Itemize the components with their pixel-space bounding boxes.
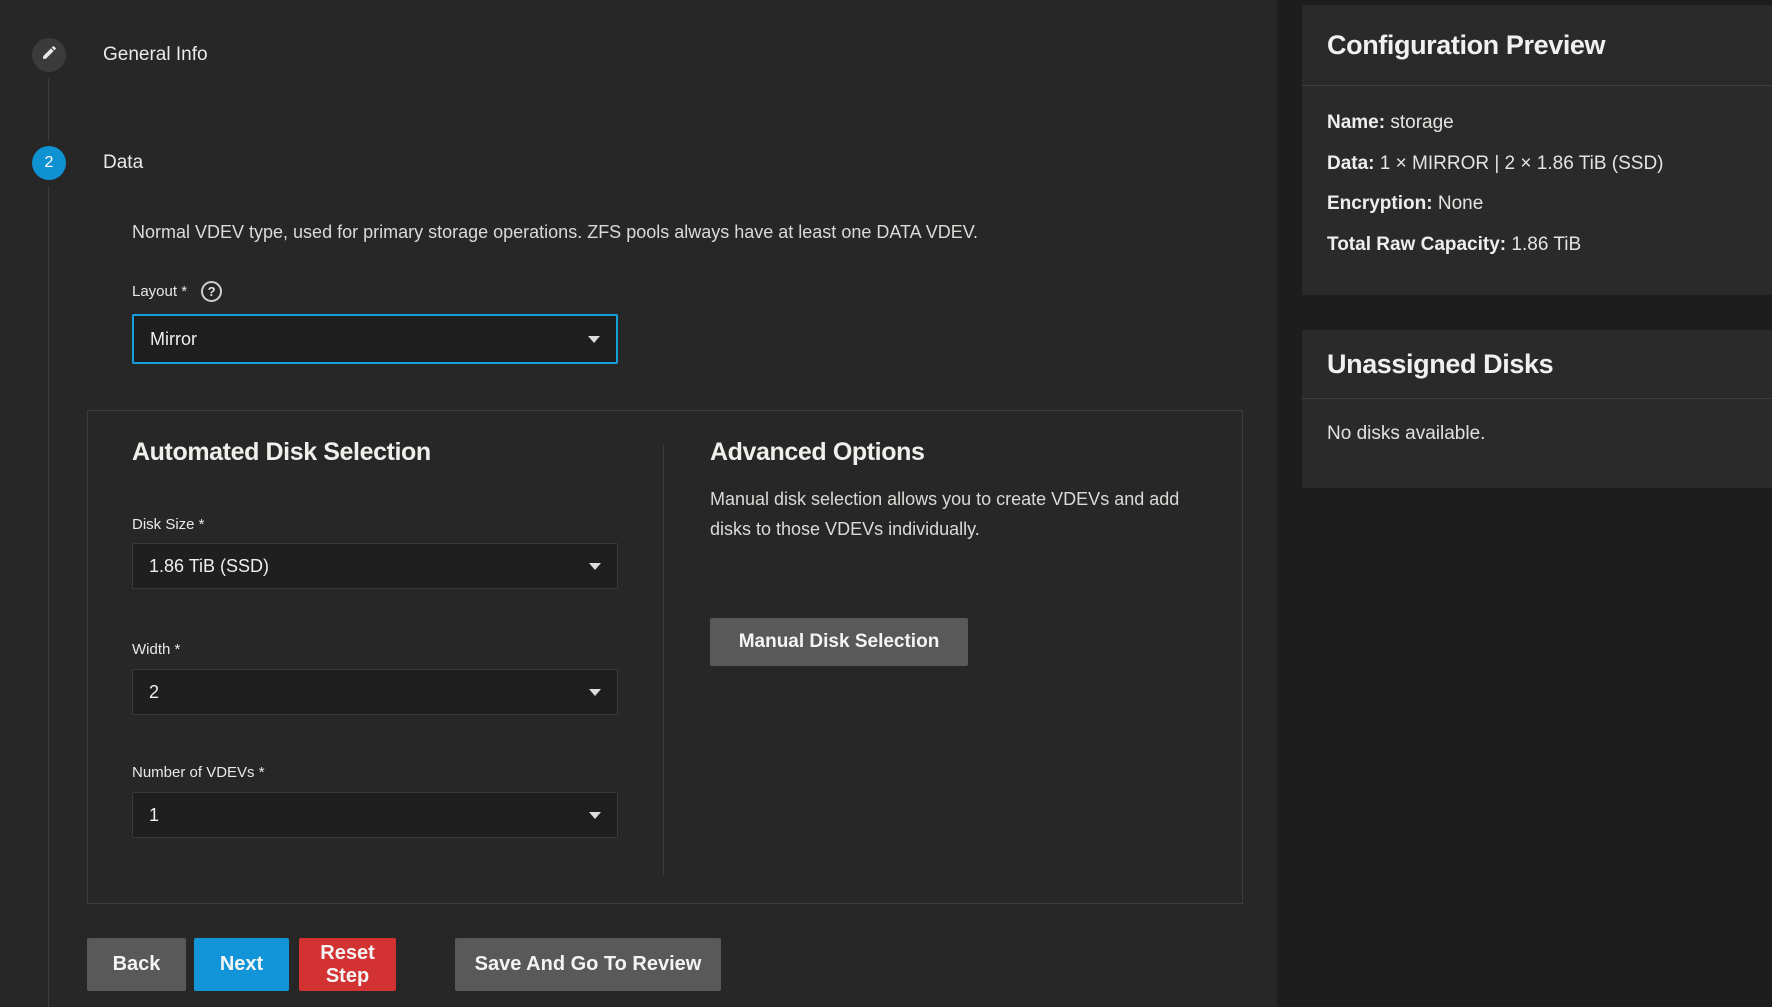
back-button[interactable]: Back — [87, 938, 186, 991]
number-of-vdevs-label: Number of VDEVs * — [132, 764, 265, 781]
chevron-down-icon — [589, 812, 601, 819]
pool-creation-wizard: General Info 2 Data Normal VDEV type, us… — [0, 0, 1772, 1007]
chevron-down-icon — [589, 563, 601, 570]
help-icon[interactable]: ? — [201, 281, 222, 302]
preview-row-name: Name: storage — [1327, 103, 1747, 144]
chevron-down-icon — [589, 689, 601, 696]
wizard-main: General Info 2 Data Normal VDEV type, us… — [0, 0, 1277, 1007]
automated-disk-selection-title: Automated Disk Selection — [132, 438, 431, 467]
unassigned-disks-card: Unassigned Disks No disks available. — [1302, 330, 1772, 488]
step-number: 2 — [45, 154, 54, 172]
manual-disk-selection-button[interactable]: Manual Disk Selection — [710, 618, 968, 666]
stepper-connector — [48, 186, 49, 1007]
advanced-options-description: Manual disk selection allows you to crea… — [710, 484, 1195, 544]
unassigned-disks-title: Unassigned Disks — [1302, 330, 1772, 399]
stepper-connector — [48, 78, 49, 140]
layout-select[interactable]: Mirror — [132, 314, 618, 364]
disk-size-select[interactable]: 1.86 TiB (SSD) — [132, 543, 618, 589]
reset-step-button[interactable]: Reset Step — [299, 938, 396, 991]
preview-encryption-label: Encryption: — [1327, 193, 1433, 214]
configuration-preview-title: Configuration Preview — [1302, 5, 1772, 86]
preview-encryption-value: None — [1433, 193, 1484, 214]
panel-column-divider — [663, 445, 664, 875]
preview-row-data: Data: 1 × MIRROR | 2 × 1.86 TiB (SSD) — [1327, 144, 1747, 185]
number-of-vdevs-select[interactable]: 1 — [132, 792, 618, 838]
step-general-info-icon[interactable] — [32, 38, 66, 72]
next-button[interactable]: Next — [194, 938, 289, 991]
layout-select-value: Mirror — [150, 329, 197, 350]
configuration-preview-card: Configuration Preview Name: storage Data… — [1302, 5, 1772, 295]
preview-row-encryption: Encryption: None — [1327, 184, 1747, 225]
width-select[interactable]: 2 — [132, 669, 618, 715]
preview-row-capacity: Total Raw Capacity: 1.86 TiB — [1327, 225, 1747, 266]
step-data-icon[interactable]: 2 — [32, 146, 66, 180]
preview-capacity-value: 1.86 TiB — [1506, 234, 1581, 255]
save-and-go-to-review-button[interactable]: Save And Go To Review — [455, 938, 721, 991]
pencil-icon — [41, 44, 58, 66]
preview-name-value: storage — [1385, 112, 1454, 133]
advanced-options-title: Advanced Options — [710, 438, 924, 467]
chevron-down-icon — [588, 336, 600, 343]
preview-data-value: 1 × MIRROR | 2 × 1.86 TiB (SSD) — [1375, 153, 1664, 174]
preview-name-label: Name: — [1327, 112, 1385, 133]
disk-size-label: Disk Size * — [132, 516, 205, 533]
step-data-label[interactable]: Data — [103, 152, 143, 174]
disk-size-value: 1.86 TiB (SSD) — [149, 556, 269, 577]
wizard-sidebar: Configuration Preview Name: storage Data… — [1277, 0, 1772, 1007]
width-label: Width * — [132, 641, 180, 658]
step-general-info-label[interactable]: General Info — [103, 44, 208, 66]
preview-data-label: Data: — [1327, 153, 1375, 174]
unassigned-disks-empty-text: No disks available. — [1302, 399, 1772, 445]
number-of-vdevs-value: 1 — [149, 805, 159, 826]
layout-label: Layout * — [132, 283, 187, 300]
configuration-preview-body: Name: storage Data: 1 × MIRROR | 2 × 1.8… — [1302, 86, 1772, 265]
data-vdev-description: Normal VDEV type, used for primary stora… — [132, 222, 1132, 243]
layout-field-header: Layout * ? — [132, 281, 222, 302]
preview-capacity-label: Total Raw Capacity: — [1327, 234, 1506, 255]
width-value: 2 — [149, 682, 159, 703]
